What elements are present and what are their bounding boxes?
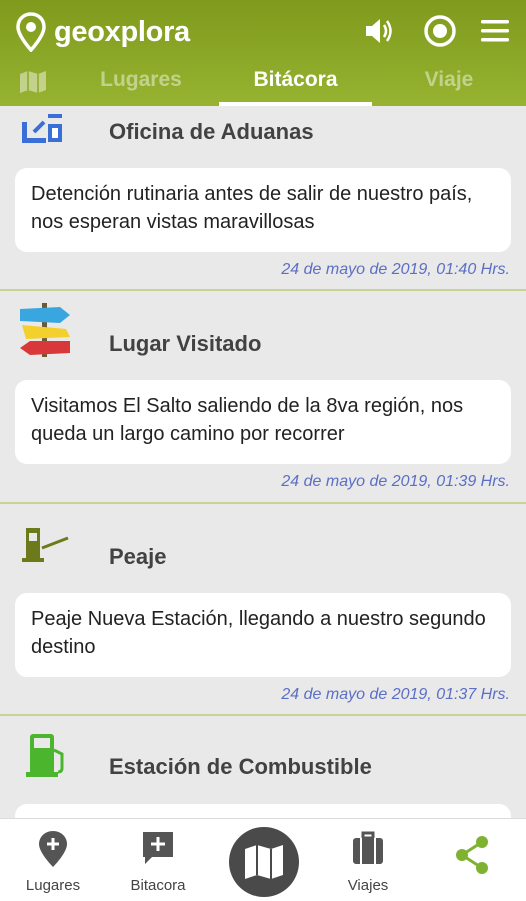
- share-icon: [456, 836, 488, 874]
- entry-card: Visitamos El Salto saliendo de la 8va re…: [15, 380, 511, 464]
- brand: geoxplora: [16, 12, 190, 52]
- luggage-icon: [353, 831, 383, 864]
- entry-text: Peaje Nueva Estación, llegando a nuestro…: [31, 608, 486, 658]
- tab-lugares[interactable]: Lugares: [86, 68, 196, 92]
- bottom-nav: Lugares Bitacora Viajes: [0, 818, 526, 901]
- tab-viaje[interactable]: Viaje: [400, 68, 498, 92]
- entry-title: Lugar Visitado: [109, 331, 262, 356]
- menu-icon[interactable]: [478, 14, 512, 48]
- nav-label: Lugares: [25, 877, 81, 894]
- volume-icon[interactable]: [362, 14, 396, 48]
- nav-bitacora[interactable]: Bitacora: [108, 819, 208, 901]
- entry-title: Oficina de Aduanas: [109, 119, 314, 144]
- nav-label: Bitacora: [130, 877, 186, 894]
- entry-text: Visitamos El Salto saliendo de la 8va re…: [31, 395, 464, 445]
- log-entry: Lugar Visitado Visitamos El Salto salien…: [0, 291, 526, 502]
- entry-timestamp: 24 de mayo de 2019, 01:37 Hrs.: [281, 686, 510, 703]
- log-entry: Estación de Combustible: [0, 716, 526, 818]
- tab-bar: Lugares Bitácora Viaje: [0, 62, 526, 106]
- app-header: geoxplora Lugares Bitácora Viaje: [0, 0, 526, 106]
- entry-card: Detención rutinaria antes de salir de nu…: [15, 168, 511, 252]
- tab-map[interactable]: [18, 70, 48, 94]
- nav-label: Viajes: [347, 877, 389, 894]
- add-place-icon: [39, 831, 67, 867]
- add-comment-icon: [143, 832, 173, 864]
- app-title: geoxplora: [54, 15, 190, 48]
- log-entry: Oficina de Aduanas Detención rutinaria a…: [0, 106, 526, 290]
- nav-lugares[interactable]: Lugares: [3, 819, 103, 901]
- entry-timestamp: 24 de mayo de 2019, 01:39 Hrs.: [281, 473, 510, 490]
- entry-card: Peaje Nueva Estación, llegando a nuestro…: [15, 593, 511, 677]
- toll-booth-icon: [22, 528, 69, 562]
- customs-office-icon: [22, 114, 62, 143]
- signpost-icon: [20, 303, 70, 357]
- entry-text: Detención rutinaria antes de salir de nu…: [31, 183, 473, 233]
- entry-timestamp: 24 de mayo de 2019, 01:40 Hrs.: [281, 261, 510, 278]
- pin-logo-icon: [16, 12, 46, 52]
- nav-viajes[interactable]: Viajes: [318, 819, 418, 901]
- entry-card: [15, 804, 511, 818]
- fuel-station-icon: [26, 734, 64, 777]
- map-icon: [245, 845, 283, 879]
- map-button[interactable]: [229, 827, 299, 897]
- record-icon[interactable]: [423, 14, 457, 48]
- entry-title: Peaje: [109, 544, 167, 569]
- log-entry: Peaje Peaje Nueva Estación, llegando a n…: [0, 504, 526, 715]
- nav-share[interactable]: [422, 819, 522, 901]
- log-feed[interactable]: Oficina de Aduanas Detención rutinaria a…: [0, 106, 526, 818]
- entry-title: Estación de Combustible: [109, 754, 372, 779]
- tab-bitacora[interactable]: Bitácora: [219, 68, 372, 92]
